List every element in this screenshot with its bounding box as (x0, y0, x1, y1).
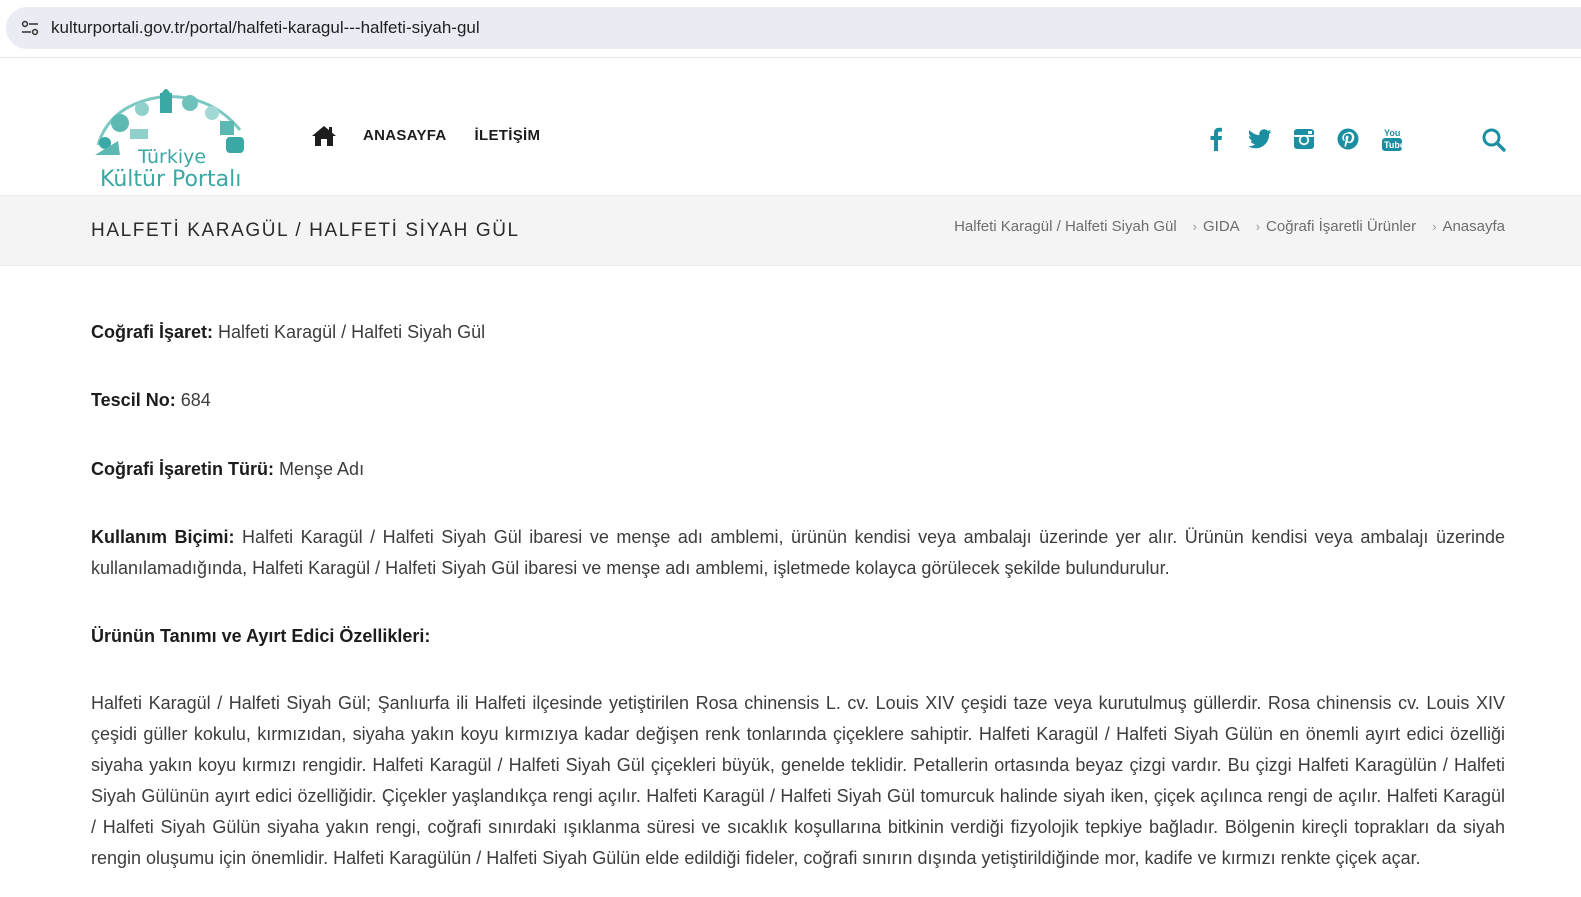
youtube-icon[interactable]: You Tube (1379, 126, 1405, 152)
field-label: Coğrafi İşaretin Türü: (91, 459, 275, 479)
breadcrumb-chevron-icon: › (1192, 219, 1198, 234)
main-nav: ANASAYFA İLETİŞİM (311, 124, 568, 148)
twitter-icon[interactable] (1247, 126, 1273, 152)
tescil-no-field: Tescil No: 684 (91, 385, 1505, 416)
breadcrumb-item-gida[interactable]: GIDA (1203, 218, 1240, 235)
site-settings-icon[interactable] (10, 7, 50, 49)
facebook-icon[interactable] (1203, 126, 1229, 152)
search-icon[interactable] (1481, 127, 1507, 153)
field-value: Halfeti Karagül / Halfeti Siyah Gül (213, 322, 486, 342)
social-links: You Tube (1203, 126, 1423, 152)
field-label: Kullanım Biçimi: (91, 527, 235, 547)
browser-address-bar: kulturportali.gov.tr/portal/halfeti-kara… (0, 0, 1581, 58)
breadcrumb-item-current[interactable]: Halfeti Karagül / Halfeti Siyah Gül (954, 218, 1177, 235)
breadcrumb-chevron-icon: › (1432, 219, 1437, 234)
field-value: 684 (175, 390, 211, 410)
nav-iletisim[interactable]: İLETİŞİM (475, 124, 541, 148)
cografi-isaret-field: Coğrafi İşaret: Halfeti Karagül / Halfet… (91, 317, 1505, 348)
logo-illustration-icon (95, 89, 244, 155)
breadcrumb: Halfeti Karagül / Halfeti Siyah Gül › GI… (954, 218, 1505, 235)
nav-anasayfa[interactable]: ANASAYFA (363, 124, 447, 148)
svg-text:You: You (1384, 128, 1400, 138)
breadcrumb-item-cografi-isaretli-urunler[interactable]: Coğrafi İşaretli Ürünler (1266, 218, 1416, 235)
logo-text-turkiye: Türkiye (138, 146, 207, 168)
home-icon[interactable] (311, 124, 337, 148)
site-header: Türkiye Kültür Portalı ANASAYFA İLETİŞİM… (0, 58, 1581, 195)
site-logo[interactable]: Türkiye Kültür Portalı (90, 85, 250, 193)
svg-text:Tube: Tube (1384, 140, 1403, 150)
field-value: Menşe Adı (274, 459, 365, 479)
breadcrumb-item-anasayfa[interactable]: Anasayfa (1442, 218, 1505, 235)
urun-tanimi-text: Halfeti Karagül / Halfeti Siyah Gül; Şan… (91, 693, 1505, 868)
page-title-band: HALFETİ KARAGÜL / HALFETİ SİYAH GÜL Half… (0, 195, 1581, 266)
field-label: Coğrafi İşaret: (91, 322, 214, 342)
section-heading: Ürünün Tanımı ve Ayırt Edici Özellikleri… (91, 626, 431, 646)
kullanim-bicimi-field: Kullanım Biçimi: Halfeti Karagül / Halfe… (91, 522, 1505, 584)
isaret-turu-field: Coğrafi İşaretin Türü: Menşe Adı (91, 454, 1505, 485)
pinterest-icon[interactable] (1335, 126, 1361, 152)
urun-tanimi-heading: Ürünün Tanımı ve Ayırt Edici Özellikleri… (91, 621, 1505, 652)
page-title: HALFETİ KARAGÜL / HALFETİ SİYAH GÜL (91, 220, 520, 241)
breadcrumb-chevron-icon: › (1255, 219, 1261, 234)
field-value: Halfeti Karagül / Halfeti Siyah Gül ibar… (91, 527, 1505, 578)
instagram-icon[interactable] (1291, 126, 1317, 152)
logo-text-kultur-portali: Kültür Portalı (100, 167, 242, 192)
url-text[interactable]: kulturportali.gov.tr/portal/halfeti-kara… (51, 18, 480, 38)
url-field[interactable]: kulturportali.gov.tr/portal/halfeti-kara… (6, 7, 1581, 49)
field-label: Tescil No: (91, 390, 176, 410)
